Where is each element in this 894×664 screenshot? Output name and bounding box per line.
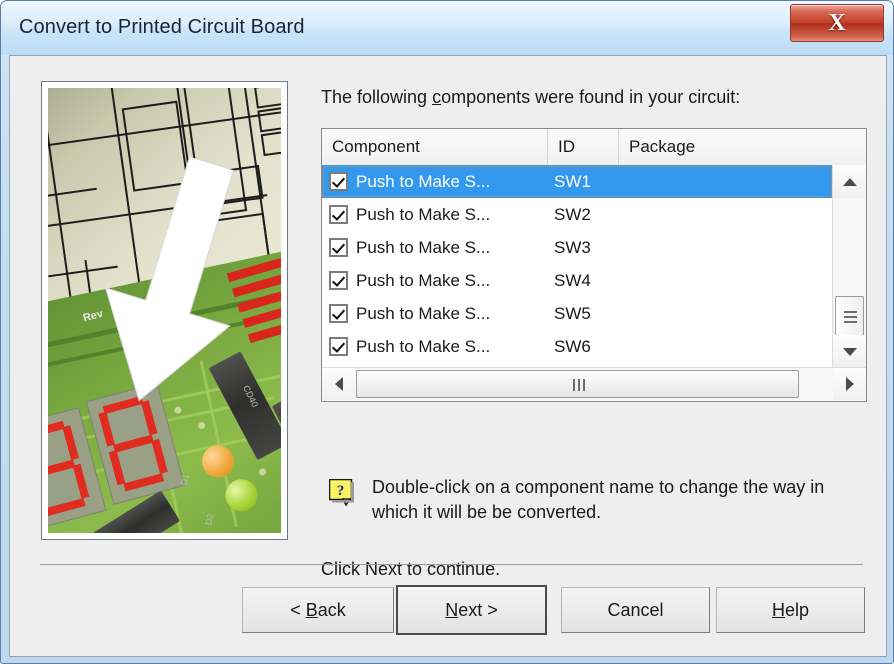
next-button[interactable]: Next > xyxy=(396,585,547,635)
grip-line xyxy=(583,379,585,391)
row-component-name: Push to Make S... xyxy=(356,336,491,356)
table-row[interactable]: Push to Make S... SW3 xyxy=(322,231,833,264)
row-component-id: SW1 xyxy=(554,171,591,191)
continue-label: Click Next to continue. xyxy=(321,559,501,579)
dialog-window: Convert to Printed Circuit Board X Rev D… xyxy=(0,0,894,664)
title-bar: Convert to Printed Circuit Board X xyxy=(1,1,893,55)
scroll-up-button[interactable] xyxy=(833,165,866,198)
row-checkbox[interactable] xyxy=(329,205,348,224)
row-checkbox[interactable] xyxy=(329,172,348,191)
column-header-package[interactable]: Package xyxy=(619,129,866,164)
scroll-right-button[interactable] xyxy=(833,368,866,400)
table-row[interactable]: Push to Make S... SW1 xyxy=(322,165,833,198)
scroll-down-button[interactable] xyxy=(833,335,866,368)
intro-accelerator: c xyxy=(432,87,442,107)
intro-part-2: omponents were found in your circuit: xyxy=(441,87,741,107)
row-checkbox[interactable] xyxy=(329,337,348,356)
help-balloon-icon: ? xyxy=(329,479,354,506)
arrow-down-icon xyxy=(842,347,857,356)
arrow-right-icon xyxy=(845,377,854,391)
row-component-id: SW4 xyxy=(554,270,591,290)
dialog-client-area: Rev D1 D2 CD40 The following components … xyxy=(9,55,887,657)
row-component-name: Push to Make S... xyxy=(356,237,491,257)
row-component-id: SW3 xyxy=(554,237,591,257)
listview-rows: Push to Make S... SW1 Push to Make S... … xyxy=(322,165,833,368)
hint-text: Double-click on a component name to chan… xyxy=(372,477,825,522)
led-label-d1: D1 xyxy=(178,472,192,487)
arrow-up-icon xyxy=(842,177,857,186)
grip-line xyxy=(573,379,575,391)
row-component-id: SW5 xyxy=(554,303,591,323)
help-button[interactable]: Help xyxy=(716,587,865,633)
row-checkbox[interactable] xyxy=(329,304,348,323)
horizontal-scrollbar[interactable] xyxy=(322,367,866,401)
table-row[interactable]: Push to Make S... SW5 xyxy=(322,297,833,330)
table-row[interactable]: Push to Make S... SW6 xyxy=(322,330,833,363)
row-checkbox[interactable] xyxy=(329,238,348,257)
schematic-to-pcb-illustration: Rev D1 D2 CD40 xyxy=(48,88,281,533)
row-component-name: Push to Make S... xyxy=(356,204,491,224)
row-component-name: Push to Make S... xyxy=(356,171,491,191)
intro-part-1: The following xyxy=(321,87,433,107)
vertical-scrollbar-thumb[interactable] xyxy=(835,296,864,338)
next-button-label: Next > xyxy=(445,599,498,620)
row-component-name: Push to Make S... xyxy=(356,303,491,323)
row-component-name: Push to Make S... xyxy=(356,270,491,290)
column-header-id[interactable]: ID xyxy=(548,129,619,164)
cancel-button[interactable]: Cancel xyxy=(561,587,710,633)
close-button[interactable]: X xyxy=(790,4,884,42)
back-button[interactable]: < Back xyxy=(242,587,394,633)
separator xyxy=(40,564,863,565)
window-title: Convert to Printed Circuit Board xyxy=(19,16,305,38)
back-button-label: < Back xyxy=(290,599,346,620)
listview-header: Component ID Package xyxy=(322,129,866,166)
components-listview[interactable]: Component ID Package Push to Make S... S… xyxy=(321,128,867,402)
row-component-id: SW2 xyxy=(554,204,591,224)
grip-line xyxy=(844,311,857,313)
horizontal-scrollbar-thumb[interactable] xyxy=(356,370,799,398)
illustration-frame: Rev D1 D2 CD40 xyxy=(41,81,288,540)
help-button-label: Help xyxy=(771,599,810,620)
led-label-d2: D2 xyxy=(203,512,216,527)
grip-line xyxy=(578,379,580,391)
grip-line xyxy=(844,316,857,318)
row-checkbox[interactable] xyxy=(329,271,348,290)
vertical-scrollbar[interactable] xyxy=(832,165,866,368)
column-header-component[interactable]: Component xyxy=(322,129,548,164)
table-row[interactable]: Push to Make S... SW4 xyxy=(322,264,833,297)
scroll-left-button[interactable] xyxy=(322,368,355,400)
row-component-id: SW6 xyxy=(554,336,591,356)
close-icon: X xyxy=(828,9,846,36)
svg-text:?: ? xyxy=(337,483,345,499)
cancel-button-label: Cancel xyxy=(607,599,664,620)
intro-label: The following components were found in y… xyxy=(321,87,740,108)
grip-line xyxy=(844,321,857,323)
arrow-left-icon xyxy=(334,377,343,391)
table-row[interactable]: Push to Make S... SW2 xyxy=(322,198,833,231)
